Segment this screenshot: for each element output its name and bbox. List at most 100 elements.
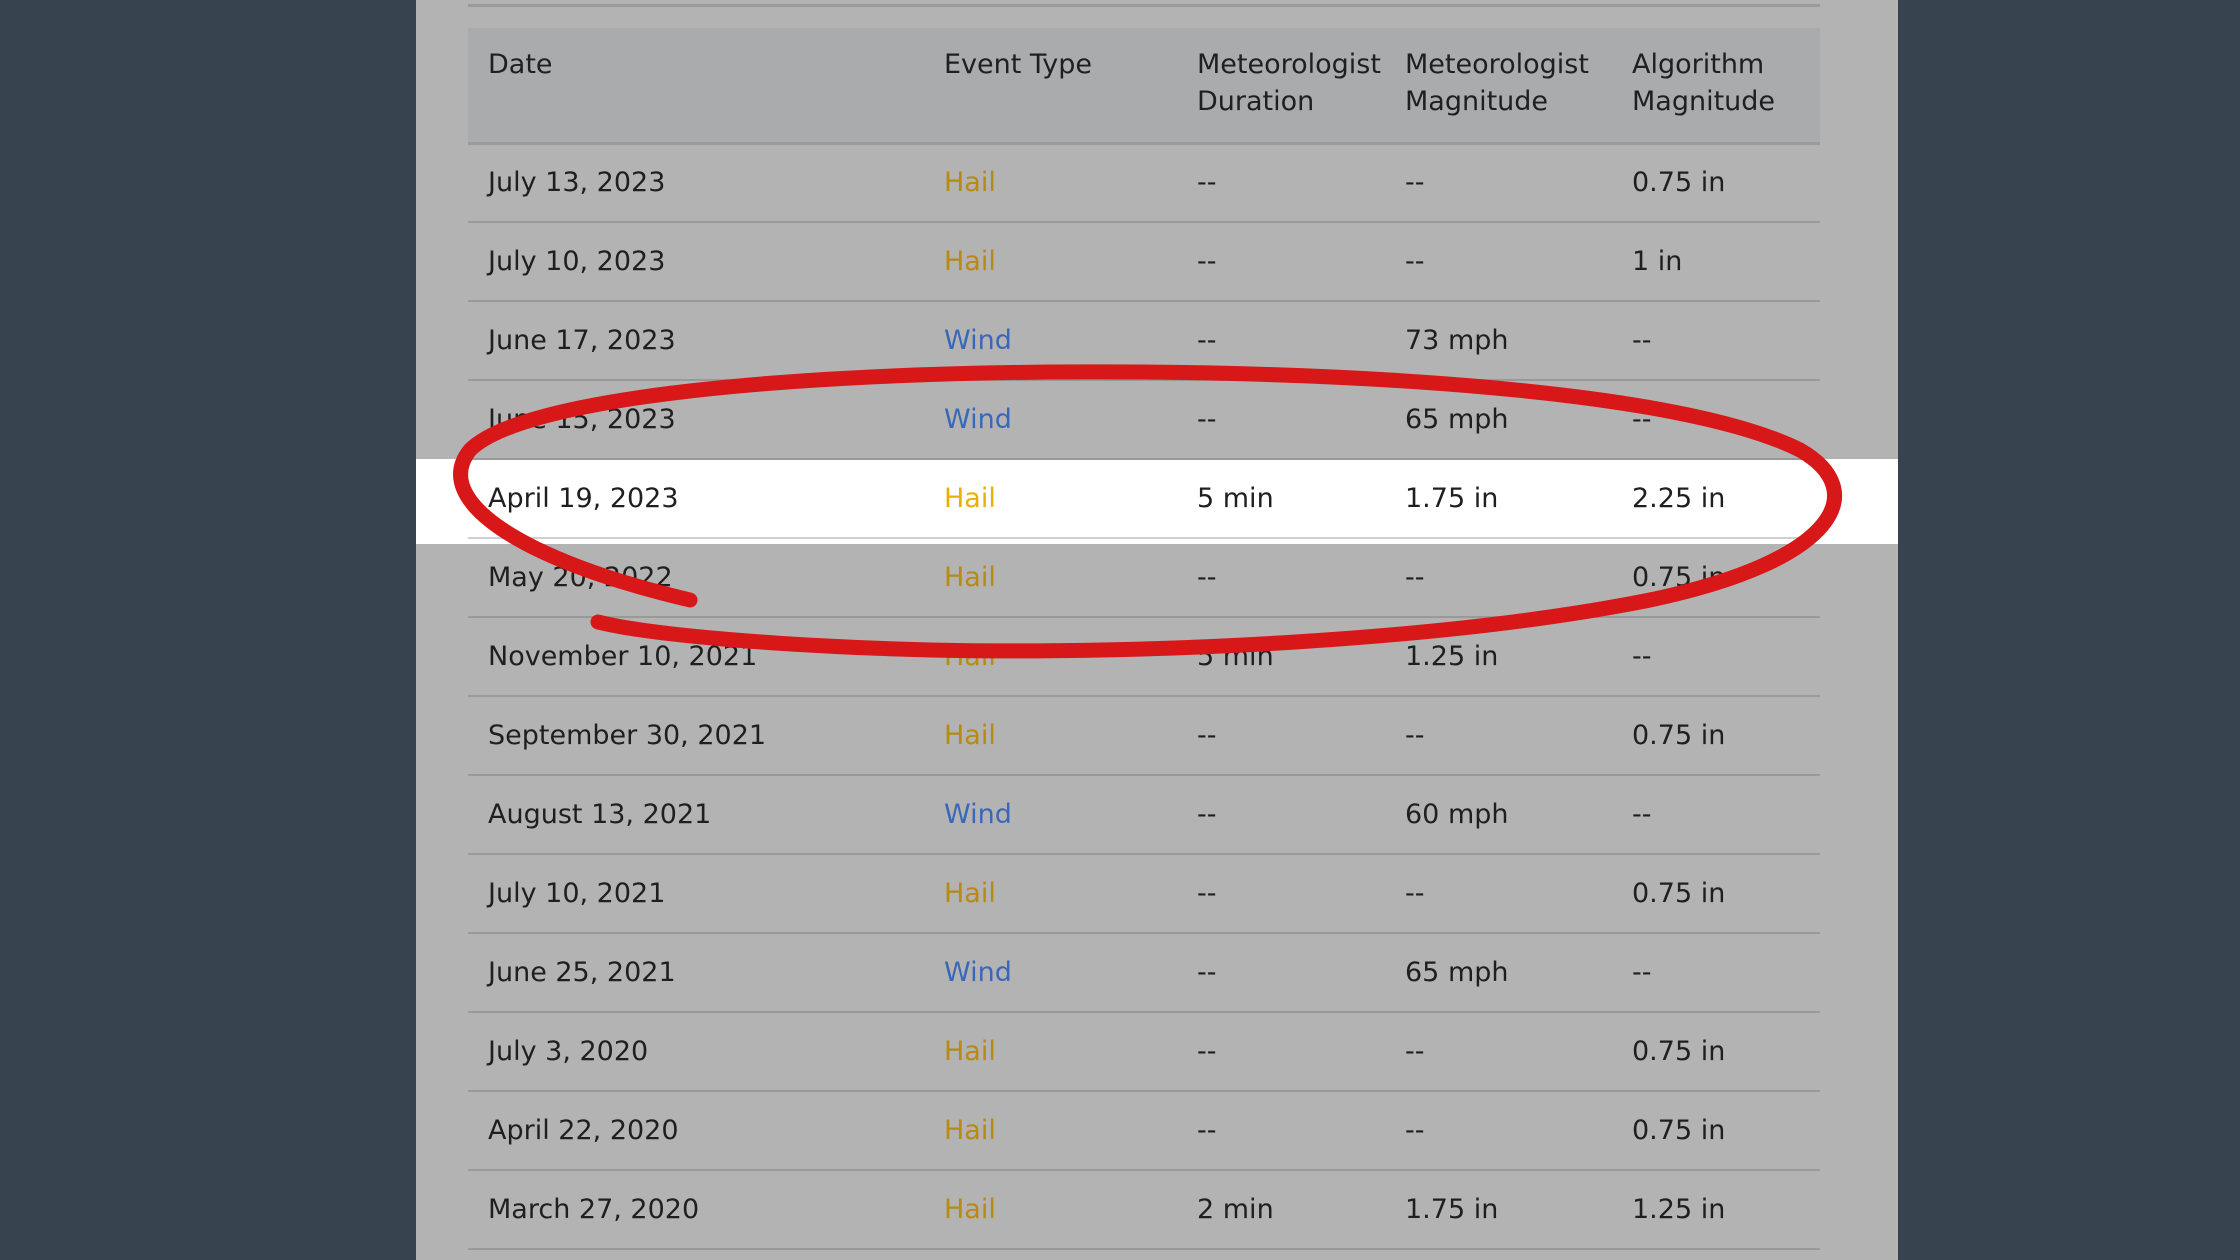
cell-meteorologist-magnitude-text: 1.75 in [1405, 1194, 1499, 1225]
cell-meteorologist-magnitude: -- [1385, 143, 1612, 223]
cell-event-type-text: Wind [944, 404, 1012, 435]
cell-date: August 13, 2021 [468, 775, 924, 855]
cell-algorithm-magnitude-text: -- [1632, 641, 1652, 672]
cell-date-text: June 25, 2021 [488, 957, 676, 988]
header-algorithm-magnitude[interactable]: Algorithm Magnitude [1612, 28, 1820, 145]
cell-meteorologist-magnitude: -- [1385, 854, 1612, 934]
cell-meteorologist-duration-text: -- [1197, 720, 1217, 751]
cell-algorithm-magnitude: 1 in [1612, 222, 1820, 302]
cell-meteorologist-magnitude: -- [1385, 538, 1612, 618]
cell-event-type: Wind [924, 933, 1177, 1013]
cell-date-text: July 13, 2023 [488, 167, 666, 199]
cell-algorithm-magnitude-text: -- [1632, 957, 1652, 988]
cell-algorithm-magnitude: 0.75 in [1612, 538, 1820, 618]
cell-meteorologist-duration: 5 min [1177, 459, 1385, 539]
cell-date: March 27, 2020 [468, 1170, 924, 1250]
header-meteorologist-duration[interactable]: Meteorologist Duration [1177, 28, 1385, 145]
cell-event-type: Hail [924, 854, 1177, 934]
cell-event-type: Hail [924, 1012, 1177, 1092]
cell-meteorologist-duration: 2 min [1177, 1170, 1385, 1250]
header-event-type[interactable]: Event Type [924, 28, 1177, 145]
table-row[interactable]: April 19, 2023 Hail 5 min 1.75 in 2.25 in [468, 459, 1820, 539]
cell-date: July 3, 2020 [468, 1012, 924, 1092]
cell-meteorologist-magnitude-text: 65 mph [1405, 404, 1509, 435]
cell-event-type-text: Hail [944, 1115, 996, 1146]
cell-meteorologist-duration: -- [1177, 380, 1385, 460]
table-row[interactable]: May 20, 2022 Hail -- -- 0.75 in [468, 538, 1820, 618]
table-row[interactable]: September 30, 2021 Hail -- -- 0.75 in [468, 696, 1820, 776]
cell-algorithm-magnitude: 0.75 in [1612, 1012, 1820, 1092]
cell-date-text: September 30, 2021 [488, 720, 767, 751]
cell-date-text: April 22, 2020 [488, 1115, 679, 1146]
cell-meteorologist-magnitude: 1.75 in [1385, 1170, 1612, 1250]
cell-event-type-text: Hail [944, 562, 996, 593]
cell-date: July 10, 2023 [468, 222, 924, 302]
header-row: Date Event Type Meteorologist Duration M… [468, 28, 1820, 145]
cell-meteorologist-duration-text: -- [1197, 1036, 1217, 1067]
cell-event-type: Hail [924, 1170, 1177, 1250]
table-row[interactable]: November 10, 2021 Hail 5 min 1.25 in -- [468, 617, 1820, 697]
cell-meteorologist-duration-text: 5 min [1197, 483, 1274, 514]
cell-algorithm-magnitude-text: 0.75 in [1632, 878, 1726, 909]
cell-date-text: July 10, 2021 [488, 878, 666, 909]
table-row[interactable]: July 13, 2023 Hail -- -- 0.75 in [468, 143, 1820, 223]
header-meteorologist-magnitude[interactable]: Meteorologist Magnitude [1385, 28, 1612, 145]
cell-meteorologist-duration: -- [1177, 775, 1385, 855]
cell-meteorologist-duration-text: -- [1197, 167, 1217, 199]
table-row[interactable]: June 17, 2023 Wind -- 73 mph -- [468, 301, 1820, 381]
cell-meteorologist-magnitude: 73 mph [1385, 301, 1612, 381]
cell-algorithm-magnitude-text: -- [1632, 799, 1652, 830]
cell-event-type: Hail [924, 696, 1177, 776]
header-met-duration-line1: Meteorologist [1197, 49, 1381, 80]
cell-event-type-text: Hail [944, 1194, 996, 1225]
cell-meteorologist-duration: -- [1177, 1091, 1385, 1171]
cell-date: May 20, 2022 [468, 538, 924, 618]
cell-algorithm-magnitude: 0.75 in [1612, 143, 1820, 223]
header-date[interactable]: Date [468, 28, 924, 145]
cell-date-text: June 15, 2023 [488, 404, 676, 435]
cell-meteorologist-magnitude-text: 1.25 in [1405, 641, 1499, 672]
cell-event-type-text: Hail [944, 246, 996, 277]
table-row[interactable]: July 3, 2020 Hail -- -- 0.75 in [468, 1012, 1820, 1092]
table-row[interactable]: March 27, 2020 Hail 2 min 1.75 in 1.25 in [468, 1170, 1820, 1250]
cell-meteorologist-duration: -- [1177, 933, 1385, 1013]
cell-meteorologist-duration-text: -- [1197, 878, 1217, 909]
cell-algorithm-magnitude-text: -- [1632, 404, 1652, 435]
cell-event-type: Wind [924, 301, 1177, 381]
table-row[interactable]: August 13, 2021 Wind -- 60 mph -- [468, 775, 1820, 855]
cell-event-type: Hail [924, 459, 1177, 539]
cell-date: July 13, 2023 [468, 143, 924, 223]
table-row[interactable]: June 15, 2023 Wind -- 65 mph -- [468, 380, 1820, 460]
cell-algorithm-magnitude: 2.25 in [1612, 459, 1820, 539]
cell-date-text: May 20, 2022 [488, 562, 673, 593]
cell-meteorologist-duration-text: -- [1197, 404, 1217, 435]
cell-meteorologist-magnitude: 1.75 in [1385, 459, 1612, 539]
table-row[interactable]: July 10, 2021 Hail -- -- 0.75 in [468, 854, 1820, 934]
cell-event-type: Hail [924, 538, 1177, 618]
storm-events-table: Date Event Type Meteorologist Duration M… [468, 28, 1820, 1250]
table-row[interactable]: April 22, 2020 Hail -- -- 0.75 in [468, 1091, 1820, 1171]
cell-date-text: August 13, 2021 [488, 799, 712, 830]
cell-meteorologist-duration: -- [1177, 696, 1385, 776]
cell-meteorologist-magnitude-text: -- [1405, 562, 1425, 593]
cell-event-type-text: Wind [944, 799, 1012, 830]
cell-event-type: Hail [924, 617, 1177, 697]
cell-algorithm-magnitude-text: -- [1632, 325, 1652, 356]
cell-meteorologist-magnitude: 1.25 in [1385, 617, 1612, 697]
header-event-type-label: Event Type [944, 49, 1092, 80]
cell-meteorologist-duration-text: -- [1197, 246, 1217, 277]
cell-algorithm-magnitude-text: 0.75 in [1632, 1036, 1726, 1067]
cell-date-text: November 10, 2021 [488, 641, 758, 672]
cell-algorithm-magnitude: -- [1612, 301, 1820, 381]
cell-meteorologist-duration-text: -- [1197, 325, 1217, 356]
header-alg-magnitude-line1: Algorithm [1632, 49, 1765, 80]
cell-date: July 10, 2021 [468, 854, 924, 934]
cell-meteorologist-magnitude: 65 mph [1385, 933, 1612, 1013]
cell-meteorologist-magnitude-text: 65 mph [1405, 957, 1509, 988]
cell-date-text: July 3, 2020 [488, 1036, 649, 1067]
header-met-magnitude-line1: Meteorologist [1405, 49, 1589, 80]
table-row[interactable]: June 25, 2021 Wind -- 65 mph -- [468, 933, 1820, 1013]
cell-algorithm-magnitude-text: 2.25 in [1632, 483, 1726, 514]
table-row[interactable]: July 10, 2023 Hail -- -- 1 in [468, 222, 1820, 302]
cell-meteorologist-duration: -- [1177, 538, 1385, 618]
